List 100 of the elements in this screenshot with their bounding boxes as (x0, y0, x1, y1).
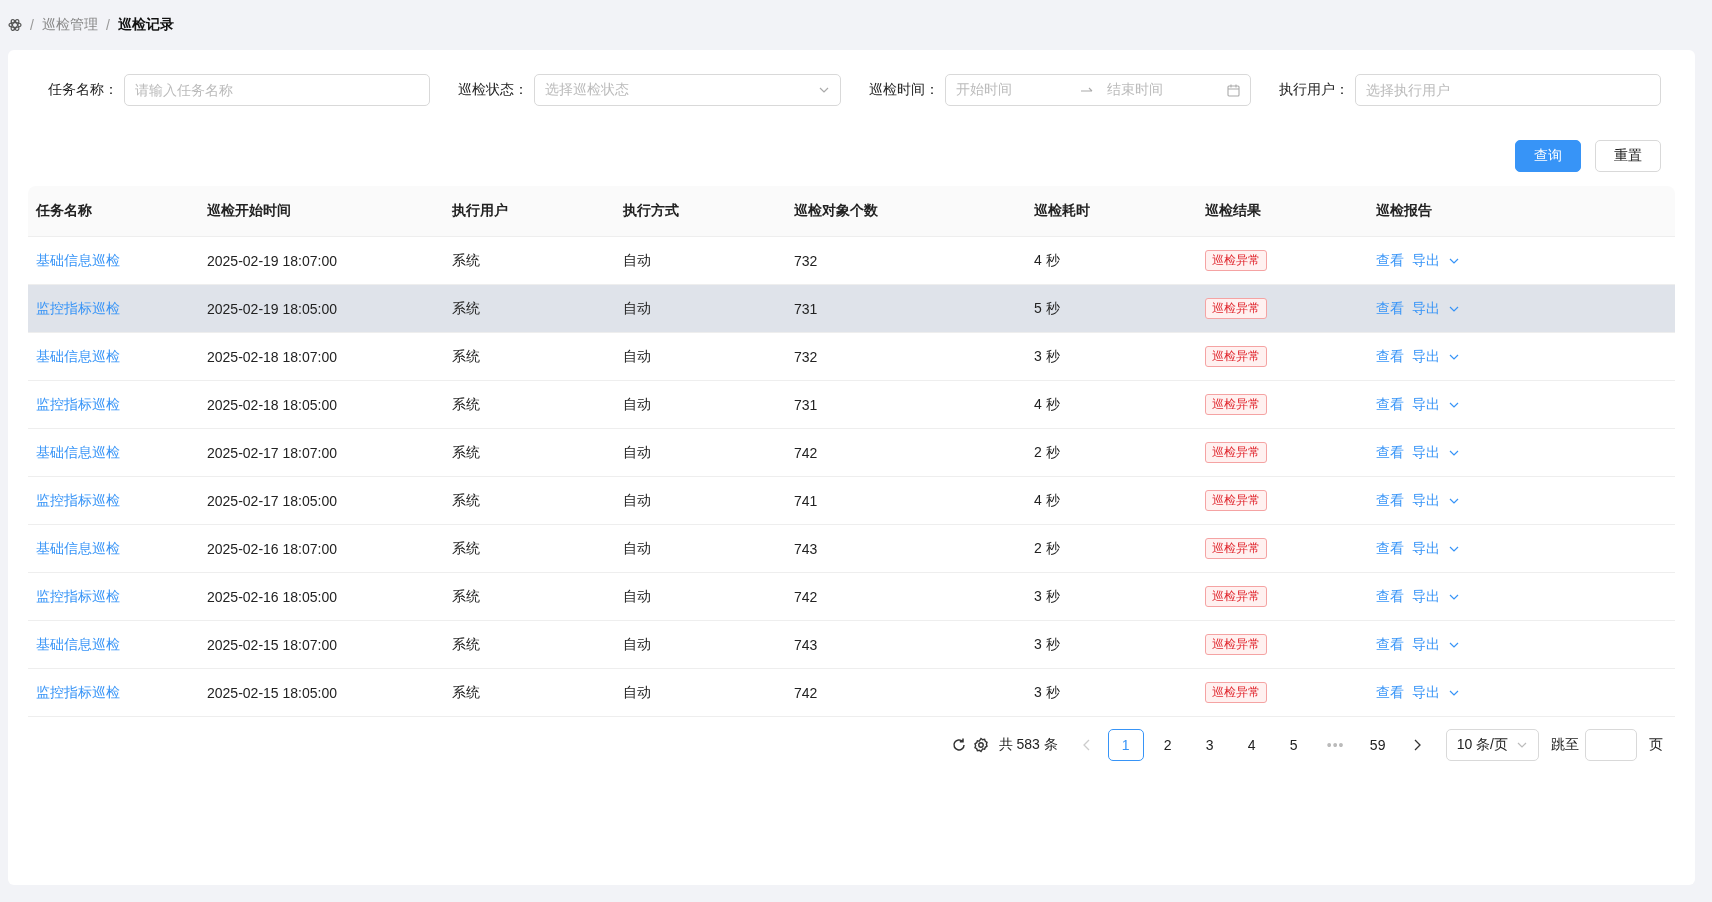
table-row[interactable]: 监控指标巡检 2025-02-18 18:05:00 系统 自动 731 4 秒 巡检异常 查看 导出 (28, 381, 1675, 429)
status-tag: 巡检异常 (1205, 586, 1267, 607)
page-button[interactable]: 4 (1233, 729, 1270, 761)
page-jump-field[interactable] (1585, 729, 1637, 761)
atom-icon[interactable] (8, 18, 22, 32)
table-cell: 自动 (623, 347, 651, 366)
export-link[interactable]: 导出 (1412, 395, 1440, 414)
task-name-link[interactable]: 基础信息巡检 (36, 251, 120, 270)
status-tag: 巡检异常 (1205, 490, 1267, 511)
task-name-link[interactable]: 监控指标巡检 (36, 395, 120, 414)
view-link[interactable]: 查看 (1376, 587, 1404, 606)
view-link[interactable]: 查看 (1376, 299, 1404, 318)
column-header: 巡检耗时 (1026, 186, 1197, 237)
query-button[interactable]: 查询 (1515, 140, 1581, 172)
export-link[interactable]: 导出 (1412, 539, 1440, 558)
table-cell: 742 (794, 684, 818, 701)
breadcrumb-link[interactable]: 巡检管理 (41, 16, 98, 34)
column-header: 巡检开始时间 (199, 186, 444, 237)
table-cell: 自动 (623, 587, 651, 606)
column-header: 巡检对象个数 (786, 186, 1026, 237)
table-cell: 系统 (452, 299, 480, 318)
table-cell: 系统 (452, 539, 480, 558)
table-row[interactable]: 监控指标巡检 2025-02-17 18:05:00 系统 自动 741 4 秒 巡检异常 查看 导出 (28, 477, 1675, 525)
export-link[interactable]: 导出 (1412, 347, 1440, 366)
table-cell: 3 秒 (1034, 635, 1060, 654)
table-cell: 4 秒 (1034, 251, 1060, 270)
status-tag: 巡检异常 (1205, 682, 1267, 703)
status-tag: 巡检异常 (1205, 394, 1267, 415)
table-row[interactable]: 基础信息巡检 2025-02-16 18:07:00 系统 自动 743 2 秒 巡检异常 查看 导出 (28, 525, 1675, 573)
table-cell: 2025-02-18 18:07:00 (207, 348, 337, 365)
filter-label: 巡检状态： (458, 81, 529, 99)
page-button[interactable]: 5 (1275, 729, 1312, 761)
table-cell: 741 (794, 492, 818, 509)
table-row[interactable]: 基础信息巡检 2025-02-18 18:07:00 系统 自动 732 3 秒 巡检异常 查看 导出 (28, 333, 1675, 381)
task-name-link[interactable]: 基础信息巡检 (36, 347, 120, 366)
table-cell: 系统 (452, 683, 480, 702)
task-name-link[interactable]: 基础信息巡检 (36, 539, 120, 558)
table-cell: 4 秒 (1034, 395, 1060, 414)
table-cell: 自动 (623, 539, 651, 558)
task-name-link[interactable]: 监控指标巡检 (36, 299, 120, 318)
table-cell: 2 秒 (1034, 443, 1060, 462)
export-link[interactable]: 导出 (1412, 587, 1440, 606)
status-tag: 巡检异常 (1205, 346, 1267, 367)
table-row[interactable]: 监控指标巡检 2025-02-16 18:05:00 系统 自动 742 3 秒 巡检异常 查看 导出 (28, 573, 1675, 621)
input-field[interactable]: 请输入任务名称 (124, 74, 431, 106)
table-cell: 732 (794, 348, 818, 365)
ellipsis-button[interactable]: ••• (1317, 729, 1354, 761)
task-name-link[interactable]: 基础信息巡检 (36, 635, 120, 654)
reset-button[interactable]: 重置 (1595, 140, 1661, 172)
calendar-icon (1226, 83, 1240, 97)
view-link[interactable]: 查看 (1376, 491, 1404, 510)
view-link[interactable]: 查看 (1376, 395, 1404, 414)
table-cell: 3 秒 (1034, 347, 1060, 366)
table-cell: 系统 (452, 443, 480, 462)
table-cell: 2025-02-15 18:05:00 (207, 684, 337, 701)
view-link[interactable]: 查看 (1376, 539, 1404, 558)
filter-label: 巡检时间： (868, 81, 939, 99)
page-button[interactable]: 3 (1191, 729, 1228, 761)
view-link[interactable]: 查看 (1376, 251, 1404, 270)
table-cell: 3 秒 (1034, 587, 1060, 606)
view-link[interactable]: 查看 (1376, 347, 1404, 366)
breadcrumb-separator: / (30, 17, 34, 33)
table-cell: 2025-02-19 18:07:00 (207, 252, 337, 269)
page-button[interactable]: 2 (1149, 729, 1186, 761)
export-link[interactable]: 导出 (1412, 635, 1440, 654)
refresh-icon[interactable] (950, 737, 967, 753)
export-link[interactable]: 导出 (1412, 251, 1440, 270)
input-field[interactable]: 选择执行用户 (1354, 74, 1661, 106)
total-count: 共 583 条 (998, 736, 1058, 754)
filter-label: 执行用户： (1278, 81, 1349, 99)
table-cell: 系统 (452, 395, 480, 414)
task-name-link[interactable]: 基础信息巡检 (36, 443, 120, 462)
breadcrumb-current: 巡检记录 (117, 16, 174, 34)
table-cell: 自动 (623, 491, 651, 510)
task-name-link[interactable]: 监控指标巡检 (36, 491, 120, 510)
view-link[interactable]: 查看 (1376, 683, 1404, 702)
view-link[interactable]: 查看 (1376, 635, 1404, 654)
page-button[interactable]: 59 (1359, 729, 1396, 761)
arrow-right-icon (1080, 86, 1093, 94)
export-link[interactable]: 导出 (1412, 443, 1440, 462)
page-size-select[interactable]: 10 条/页 (1445, 729, 1539, 761)
task-name-link[interactable]: 监控指标巡检 (36, 587, 120, 606)
table-row[interactable]: 监控指标巡检 2025-02-15 18:05:00 系统 自动 742 3 秒 巡检异常 查看 导出 (28, 669, 1675, 717)
task-name-link[interactable]: 监控指标巡检 (36, 683, 120, 702)
table-row[interactable]: 基础信息巡检 2025-02-15 18:07:00 系统 自动 743 3 秒 巡检异常 查看 导出 (28, 621, 1675, 669)
table-cell: 2025-02-17 18:05:00 (207, 492, 337, 509)
table-cell: 742 (794, 588, 818, 605)
export-link[interactable]: 导出 (1412, 491, 1440, 510)
view-link[interactable]: 查看 (1376, 443, 1404, 462)
date-range-field[interactable]: 开始时间 结束时间 (944, 74, 1251, 106)
export-link[interactable]: 导出 (1412, 299, 1440, 318)
table-cell: 2025-02-17 18:07:00 (207, 444, 337, 461)
export-link[interactable]: 导出 (1412, 683, 1440, 702)
column-header: 巡检结果 (1197, 186, 1368, 237)
select-field[interactable]: 选择巡检状态 (534, 74, 841, 106)
status-tag: 巡检异常 (1205, 298, 1267, 319)
settings-icon[interactable] (972, 737, 989, 753)
page-button[interactable]: 1 (1107, 729, 1144, 761)
table-cell: 742 (794, 444, 818, 461)
table-row[interactable]: 基础信息巡检 2025-02-17 18:07:00 系统 自动 742 2 秒 巡检异常 查看 导出 (28, 429, 1675, 477)
